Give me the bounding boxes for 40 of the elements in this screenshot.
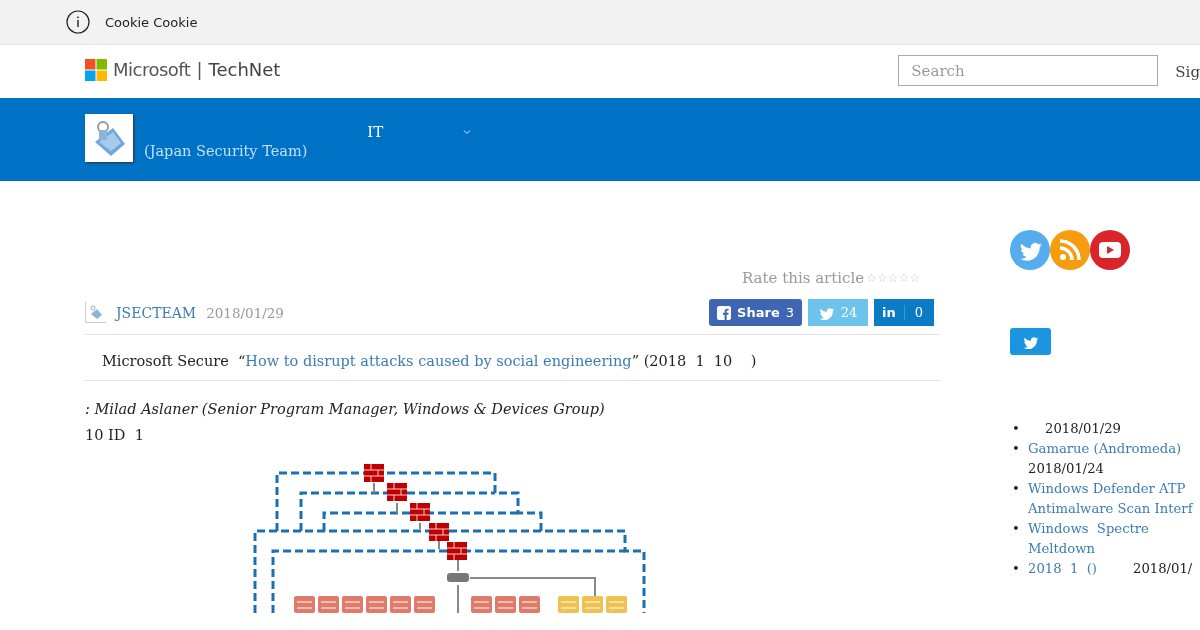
article-link[interactable]: How to disrupt attacks caused by social engineering [245, 353, 632, 369]
bullet: • [1011, 560, 1021, 578]
recent-post-link[interactable]: Windows Defender ATP Antimalware Scan Interf [1028, 479, 1193, 519]
nav-menu-item[interactable]: IT [367, 123, 472, 141]
rating-label: Rate this article [741, 269, 865, 287]
twitter-follow-button[interactable] [1010, 328, 1051, 355]
rss-icon[interactable] [1050, 230, 1090, 270]
cookie-notice-text: Cookie Cookie [105, 14, 198, 30]
info-icon [66, 10, 90, 34]
video-play-icon[interactable] [1090, 230, 1130, 270]
author-avatar[interactable] [85, 302, 106, 323]
bullet: • [1011, 520, 1021, 538]
bullet: • [1011, 480, 1021, 498]
body-paragraph: 10 ID 1 [85, 427, 145, 443]
recent-post-date: 2018/01/ [1133, 560, 1193, 578]
intro-sentence: Microsoft Secure “How to disrupt attacks caused by social engineering” (2018 1 10 ) [85, 335, 940, 381]
bullet: • [1011, 420, 1021, 438]
recent-post-link[interactable]: Gamarue (Andromeda) [1028, 439, 1182, 459]
search-field[interactable]: Search [898, 55, 1159, 86]
author-byline: : Milad Aslaner (Senior Program Manager, Windows & Devices Group) [85, 401, 606, 417]
four-squares-logo-icon[interactable] [85, 58, 107, 81]
sign-in-link[interactable]: Sig [1175, 62, 1200, 81]
facebook-icon [717, 305, 732, 320]
brand-name[interactable]: Microsoft [113, 59, 191, 80]
author-link[interactable]: JSECTEAM [116, 304, 197, 321]
bird-icon [1022, 334, 1039, 349]
blog-subtitle[interactable]: (Japan Security Team) [144, 143, 308, 159]
brand-separator: | [196, 59, 203, 80]
site-name[interactable]: TechNet [208, 59, 281, 80]
bird-icon [818, 305, 835, 320]
twitter-bird-icon[interactable] [1010, 230, 1050, 270]
facebook-share-button[interactable]: Share 3 [709, 299, 802, 326]
blog-logo[interactable] [85, 114, 133, 162]
bullet: • [1011, 440, 1021, 458]
recent-post-date: 2018/01/29 [1044, 420, 1121, 438]
recent-post-link[interactable]: Windows Spectre Meltdown [1028, 519, 1149, 559]
post-date: 2018/01/29 [206, 304, 284, 321]
recent-post-date: 2018/01/24 [1028, 460, 1104, 478]
linkedin-share-button[interactable]: in 0 [874, 299, 934, 326]
recent-post-link[interactable]: 2018 1 () [1028, 559, 1097, 579]
